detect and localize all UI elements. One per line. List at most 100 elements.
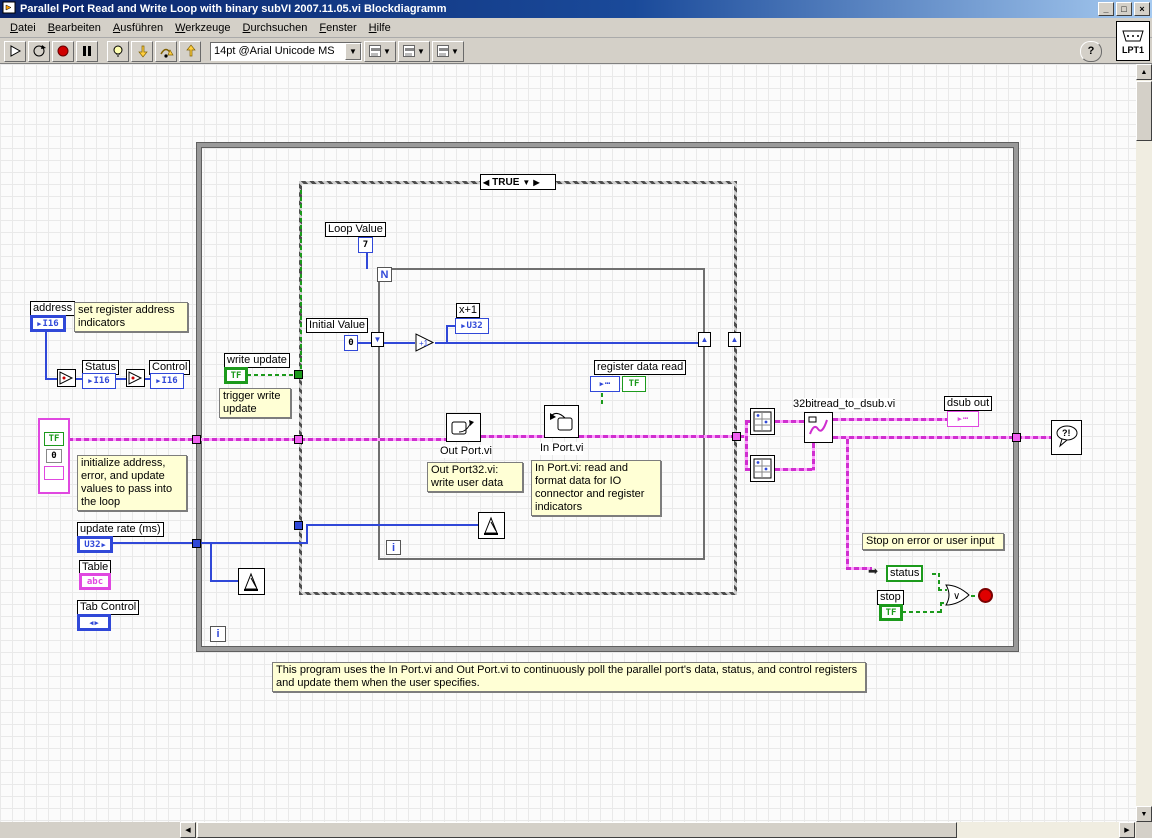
x-plus-1-label[interactable]: x+1: [456, 303, 481, 318]
tunnel[interactable]: [192, 435, 201, 444]
wire-error-cluster[interactable]: [812, 443, 815, 470]
wire-update-rate[interactable]: [306, 525, 308, 544]
tab-control-label[interactable]: Tab Control: [77, 600, 140, 615]
distribute-objects-dropdown[interactable]: ▼: [398, 40, 430, 62]
maximize-button[interactable]: □: [1116, 2, 1132, 16]
status-terminal[interactable]: ▶ I16: [82, 373, 116, 389]
comment-initialize[interactable]: initialize address, error, and update va…: [77, 455, 187, 511]
build-array-icon[interactable]: [750, 408, 775, 435]
initial-value-label[interactable]: Initial Value: [306, 318, 369, 333]
wire-address[interactable]: [45, 332, 47, 379]
shift-register-right[interactable]: ▲: [698, 332, 711, 347]
wire-shift-register[interactable]: [384, 342, 415, 344]
menu-durchsuchen[interactable]: Durchsuchen: [237, 20, 314, 36]
write-update-terminal[interactable]: TF: [224, 367, 248, 384]
wire-update-rate[interactable]: [210, 580, 238, 582]
case-tunnel-up[interactable]: ▲: [728, 332, 741, 347]
build-array-icon[interactable]: [750, 455, 775, 482]
for-iteration-terminal[interactable]: i: [386, 540, 401, 555]
in-port-vi-icon[interactable]: [544, 405, 579, 438]
tunnel[interactable]: [1012, 433, 1021, 442]
wire-error-cluster[interactable]: [775, 468, 815, 471]
wire-update-rate[interactable]: [210, 544, 212, 581]
write-update-label[interactable]: write update: [224, 353, 290, 368]
case-dropdown-icon[interactable]: ▼: [522, 178, 530, 187]
x-plus-1-indicator[interactable]: ▶ U32: [455, 318, 489, 334]
tunnel[interactable]: [294, 435, 303, 444]
tunnel[interactable]: [192, 539, 201, 548]
wire-u32[interactable]: [446, 326, 448, 343]
comment-program[interactable]: This program uses the In Port.vi and Out…: [272, 662, 866, 692]
wait-ms-icon[interactable]: [238, 568, 265, 595]
case-prev-icon[interactable]: ◀: [483, 178, 489, 187]
wire-error-cluster[interactable]: [745, 420, 748, 471]
while-iteration-terminal[interactable]: i: [210, 626, 226, 642]
error-handler-vi-icon[interactable]: ?!: [1051, 420, 1082, 455]
close-button[interactable]: ×: [1134, 2, 1150, 16]
reorder-objects-dropdown[interactable]: ▼: [432, 40, 464, 62]
stop-terminal[interactable]: TF: [879, 604, 903, 621]
tunnel[interactable]: [294, 370, 303, 379]
stop-label[interactable]: stop: [877, 590, 904, 605]
highlight-execution-button[interactable]: [107, 40, 129, 62]
step-into-button[interactable]: [131, 40, 153, 62]
wire-dsub-out[interactable]: [833, 418, 947, 421]
update-rate-label[interactable]: update rate (ms): [77, 522, 164, 537]
increment-node-icon[interactable]: +1: [414, 332, 435, 353]
update-rate-terminal[interactable]: U32 ▶: [77, 536, 113, 553]
loop-condition-terminal[interactable]: [978, 588, 993, 603]
wire-stop[interactable]: [902, 611, 942, 613]
wire-case-select[interactable]: [300, 190, 302, 376]
wait-ms-icon[interactable]: [478, 512, 505, 539]
case-next-icon[interactable]: ▶: [533, 178, 539, 187]
unbundle-status-icon[interactable]: ➡: [868, 564, 878, 578]
wire-error-branch[interactable]: [846, 439, 849, 570]
menu-datei[interactable]: Datei: [4, 20, 42, 36]
help-button[interactable]: ?: [1080, 40, 1102, 62]
horizontal-scroll-thumb[interactable]: [197, 822, 957, 838]
dsub-vi-label[interactable]: 32bitread_to_dsub.vi: [793, 398, 896, 411]
scroll-up-icon[interactable]: ▲: [1136, 64, 1152, 80]
convert-node-icon[interactable]: [126, 369, 145, 387]
dsub-out-indicator[interactable]: ▶ ⋯: [947, 411, 979, 427]
register-data-read-indicator[interactable]: ▶ ⋯ TF: [590, 376, 646, 392]
case-selector[interactable]: ◀ TRUE ▼ ▶: [480, 174, 556, 190]
address-terminal[interactable]: ▶ I16: [30, 315, 66, 332]
wire-error-cluster[interactable]: [481, 435, 545, 438]
run-continuous-button[interactable]: [28, 40, 50, 62]
comment-in-port[interactable]: In Port.vi: read and format data for IO …: [531, 460, 661, 516]
menu-werkzeuge[interactable]: Werkzeuge: [169, 20, 236, 36]
tunnel[interactable]: [732, 432, 741, 441]
scroll-left-icon[interactable]: ◀: [180, 822, 196, 838]
comment-trigger-write[interactable]: trigger write update: [219, 388, 291, 418]
vertical-scroll-thumb[interactable]: [1136, 81, 1152, 141]
for-loop[interactable]: [378, 268, 705, 560]
out-port-vi-label[interactable]: Out Port.vi: [440, 445, 492, 458]
control-terminal[interactable]: ▶ I16: [150, 373, 184, 389]
case-selector-label[interactable]: TRUE: [492, 177, 519, 188]
wire-status[interactable]: [938, 573, 940, 590]
wire-shift-register[interactable]: [435, 342, 698, 344]
out-port-vi-icon[interactable]: [446, 413, 481, 442]
comment-out-port[interactable]: Out Port32.vi: write user data: [427, 462, 523, 492]
loop-count-terminal[interactable]: N: [377, 267, 392, 282]
comment-set-register[interactable]: set register address indicators: [74, 302, 188, 332]
scroll-right-icon[interactable]: ▶: [1119, 822, 1135, 838]
pause-button[interactable]: [76, 40, 98, 62]
menu-ausfuehren[interactable]: Ausführen: [107, 20, 169, 36]
font-selector[interactable]: 14pt @Arial Unicode MS ▼: [210, 41, 362, 61]
convert-node-icon[interactable]: [57, 369, 76, 387]
shift-register-left[interactable]: ▼: [371, 332, 384, 347]
wire-register-data-read[interactable]: [601, 393, 603, 406]
menu-bearbeiten[interactable]: Bearbeiten: [42, 20, 107, 36]
wire-error-cluster[interactable]: [68, 438, 447, 441]
menu-fenster[interactable]: Fenster: [313, 20, 362, 36]
register-data-read-label[interactable]: register data read: [594, 360, 687, 375]
dsub-out-label[interactable]: dsub out: [944, 396, 993, 411]
block-diagram-canvas[interactable]: ◀ TRUE ▼ ▶ N i i ▼ ▲ ▲ address ▶ I16 set…: [0, 64, 1136, 822]
vertical-scrollbar[interactable]: ▲ ▼: [1136, 64, 1152, 822]
align-objects-dropdown[interactable]: ▼: [364, 40, 396, 62]
address-label[interactable]: address: [30, 301, 76, 316]
minimize-button[interactable]: _: [1098, 2, 1114, 16]
loop-value-constant[interactable]: 7: [358, 237, 373, 253]
